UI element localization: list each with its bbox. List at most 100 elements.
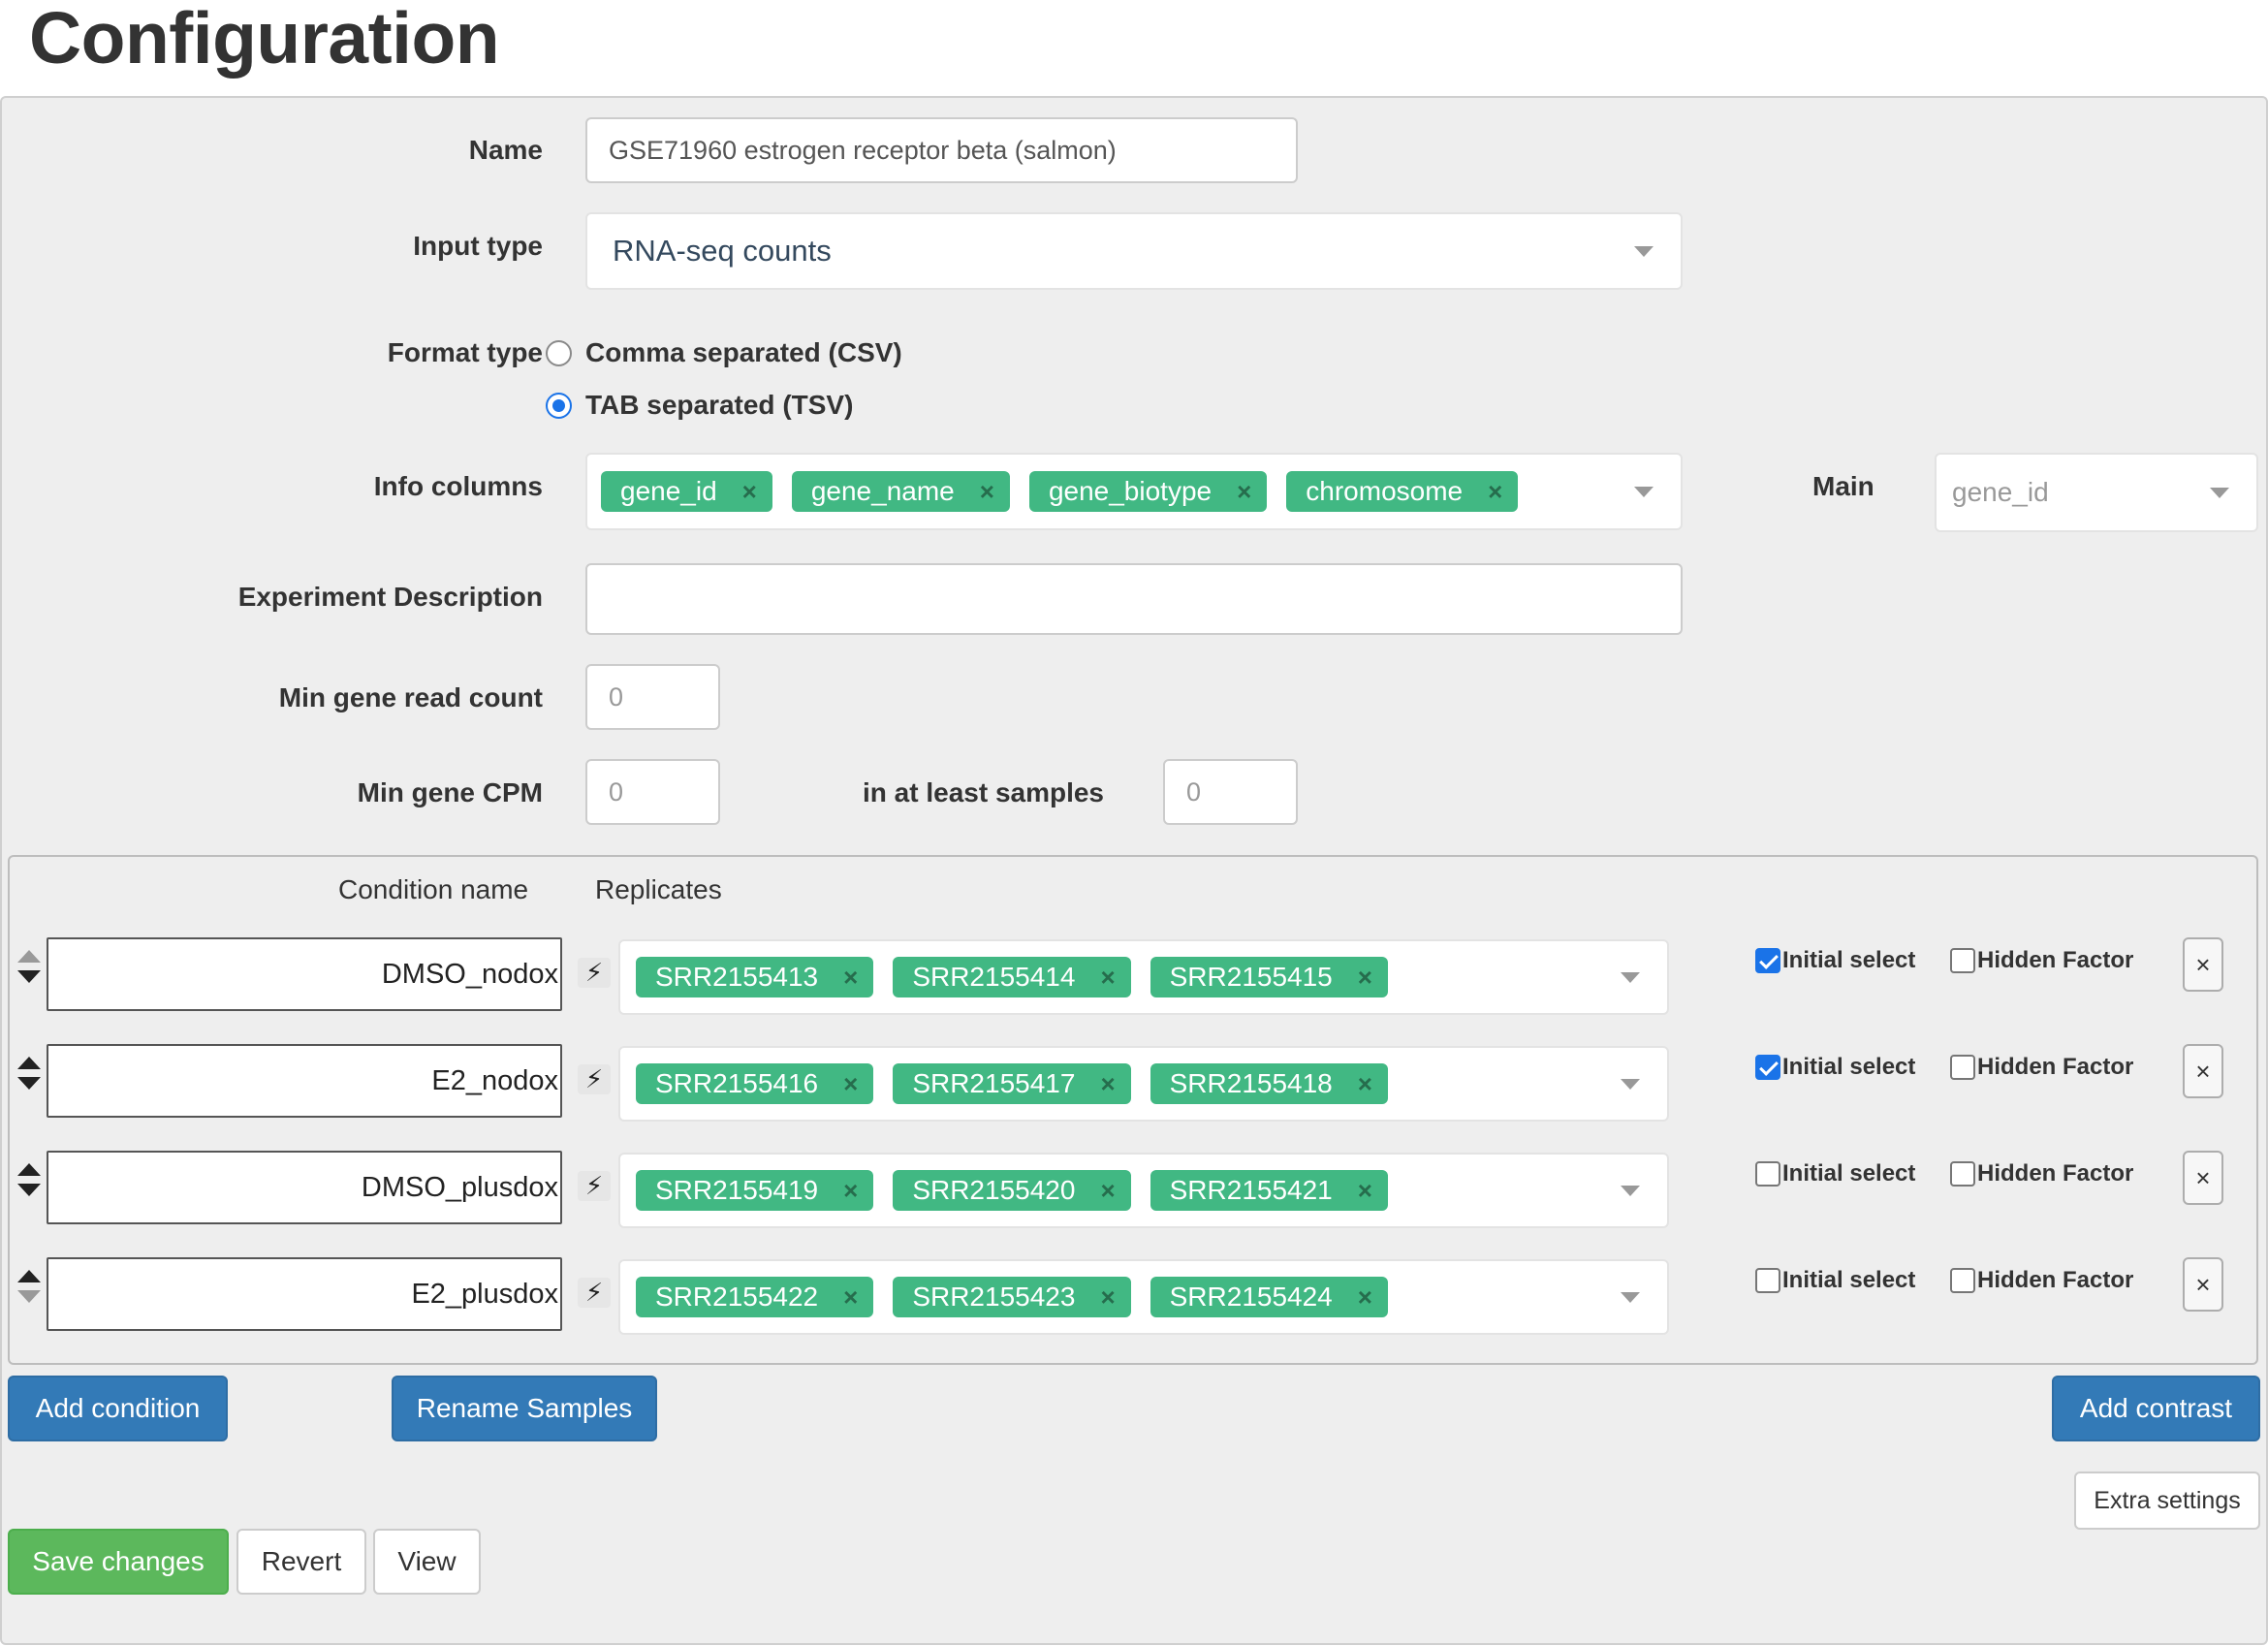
page-title: Configuration (29, 0, 500, 79)
remove-tag-icon[interactable]: × (1358, 1069, 1372, 1099)
replicates-select[interactable]: SRR2155413 × SRR2155414 × SRR2155415 × (618, 939, 1669, 1015)
experiment-description-input[interactable] (585, 563, 1683, 635)
replicate-tag: SRR2155415 × (1150, 957, 1388, 997)
remove-tag-icon[interactable]: × (980, 477, 994, 507)
delete-condition-button[interactable]: × (2183, 1151, 2223, 1205)
reorder-arrows (16, 1057, 43, 1090)
min-gene-cpm-label: Min gene CPM (357, 777, 543, 807)
move-up-icon[interactable] (17, 1057, 41, 1069)
bolt-icon[interactable]: ⚡ (578, 1278, 611, 1308)
remove-tag-icon[interactable]: × (1358, 963, 1372, 993)
tsv-label: TAB separated (TSV) (585, 390, 854, 420)
initial-select-option[interactable]: Initial select (1755, 947, 1915, 974)
initial-select-checkbox[interactable] (1755, 1055, 1780, 1080)
chevron-down-icon (1634, 246, 1654, 257)
remove-tag-icon[interactable]: × (1100, 1282, 1115, 1313)
condition-name-input[interactable]: E2_nodox (47, 1044, 562, 1118)
remove-tag-icon[interactable]: × (1358, 1282, 1372, 1313)
csv-radio[interactable] (546, 339, 572, 366)
condition-name-input[interactable]: DMSO_nodox (47, 937, 562, 1011)
format-csv-option[interactable]: Comma separated (CSV) (546, 337, 902, 368)
reorder-arrows (16, 1270, 43, 1303)
bolt-icon[interactable]: ⚡ (578, 1171, 611, 1201)
remove-tag-icon[interactable]: × (1100, 1176, 1115, 1206)
delete-condition-button[interactable]: × (2183, 1044, 2223, 1098)
remove-tag-icon[interactable]: × (1358, 1176, 1372, 1206)
move-down-icon[interactable] (17, 970, 41, 983)
chevron-down-icon (1621, 1292, 1640, 1303)
condition-name-header: Condition name (338, 874, 529, 904)
initial-select-option[interactable]: Initial select (1755, 1267, 1915, 1294)
remove-tag-icon[interactable]: × (1100, 1069, 1115, 1099)
hidden-factor-option[interactable]: Hidden Factor (1950, 947, 2133, 974)
view-button[interactable]: View (373, 1529, 481, 1595)
add-condition-button[interactable]: Add condition (8, 1376, 228, 1441)
hidden-factor-checkbox[interactable] (1950, 948, 1975, 973)
reorder-arrows (16, 1163, 43, 1196)
remove-tag-icon[interactable]: × (742, 477, 757, 507)
hidden-factor-option[interactable]: Hidden Factor (1950, 1267, 2133, 1294)
remove-tag-icon[interactable]: × (1100, 963, 1115, 993)
initial-select-checkbox[interactable] (1755, 948, 1780, 973)
info-column-tag: gene_name × (791, 471, 1010, 512)
remove-tag-icon[interactable]: × (843, 1069, 858, 1099)
remove-tag-icon[interactable]: × (843, 1176, 858, 1206)
main-value: gene_id (1952, 477, 2049, 507)
input-type-value: RNA-seq counts (613, 234, 832, 268)
replicates-select[interactable]: SRR2155416 × SRR2155417 × SRR2155418 × (618, 1046, 1669, 1122)
hidden-factor-checkbox[interactable] (1950, 1161, 1975, 1187)
condition-name-input[interactable]: E2_plusdox (47, 1257, 562, 1331)
initial-select-option[interactable]: Initial select (1755, 1160, 1915, 1187)
min-gene-read-count-input[interactable]: 0 (585, 664, 720, 730)
format-tsv-option[interactable]: TAB separated (TSV) (546, 390, 853, 421)
input-type-select[interactable]: RNA-seq counts (585, 212, 1683, 290)
main-select[interactable]: gene_id (1935, 453, 2258, 532)
rename-samples-button[interactable]: Rename Samples (392, 1376, 657, 1441)
chevron-down-icon (1621, 972, 1640, 983)
info-columns-select[interactable]: gene_id × gene_name × gene_biotype × chromo… (585, 453, 1683, 530)
info-columns-label: Info columns (373, 471, 543, 501)
chevron-down-icon (2210, 488, 2229, 498)
tsv-radio[interactable] (546, 392, 572, 419)
info-column-tag: gene_id × (601, 471, 772, 512)
bolt-icon[interactable]: ⚡ (578, 1064, 611, 1094)
revert-button[interactable]: Revert (236, 1529, 366, 1595)
min-gene-cpm-input[interactable]: 0 (585, 759, 720, 825)
initial-select-checkbox[interactable] (1755, 1268, 1780, 1293)
move-down-icon[interactable] (17, 1290, 41, 1303)
initial-select-option[interactable]: Initial select (1755, 1054, 1915, 1081)
replicate-tag: SRR2155416 × (636, 1063, 874, 1104)
name-label: Name (468, 135, 543, 165)
initial-select-checkbox[interactable] (1755, 1161, 1780, 1187)
move-down-icon[interactable] (17, 1184, 41, 1196)
delete-condition-button[interactable]: × (2183, 1257, 2223, 1312)
main-label: Main (1812, 471, 1874, 501)
chevron-down-icon (1634, 487, 1654, 497)
experiment-description-label: Experiment Description (237, 582, 543, 612)
move-up-icon[interactable] (17, 950, 41, 963)
hidden-factor-option[interactable]: Hidden Factor (1950, 1054, 2133, 1081)
move-up-icon[interactable] (17, 1270, 41, 1282)
hidden-factor-checkbox[interactable] (1950, 1055, 1975, 1080)
remove-tag-icon[interactable]: × (843, 1282, 858, 1313)
bolt-icon[interactable]: ⚡ (578, 958, 611, 988)
delete-condition-button[interactable]: × (2183, 937, 2223, 992)
remove-tag-icon[interactable]: × (1237, 477, 1251, 507)
remove-tag-icon[interactable]: × (1488, 477, 1502, 507)
save-changes-button[interactable]: Save changes (8, 1529, 229, 1595)
name-input[interactable]: GSE71960 estrogen receptor beta (salmon) (585, 117, 1298, 183)
condition-name-input[interactable]: DMSO_plusdox (47, 1151, 562, 1224)
replicates-select[interactable]: SRR2155419 × SRR2155420 × SRR2155421 × (618, 1153, 1669, 1228)
in-at-least-samples-input[interactable]: 0 (1163, 759, 1298, 825)
extra-settings-button[interactable]: Extra settings (2074, 1472, 2260, 1530)
hidden-factor-option[interactable]: Hidden Factor (1950, 1160, 2133, 1187)
move-down-icon[interactable] (17, 1077, 41, 1090)
replicate-tag: SRR2155422 × (636, 1277, 874, 1317)
replicate-tag: SRR2155414 × (893, 957, 1131, 997)
info-column-tag: chromosome × (1286, 471, 1519, 512)
move-up-icon[interactable] (17, 1163, 41, 1176)
add-contrast-button[interactable]: Add contrast (2052, 1376, 2260, 1441)
hidden-factor-checkbox[interactable] (1950, 1268, 1975, 1293)
remove-tag-icon[interactable]: × (843, 963, 858, 993)
replicates-select[interactable]: SRR2155422 × SRR2155423 × SRR2155424 × (618, 1259, 1669, 1335)
